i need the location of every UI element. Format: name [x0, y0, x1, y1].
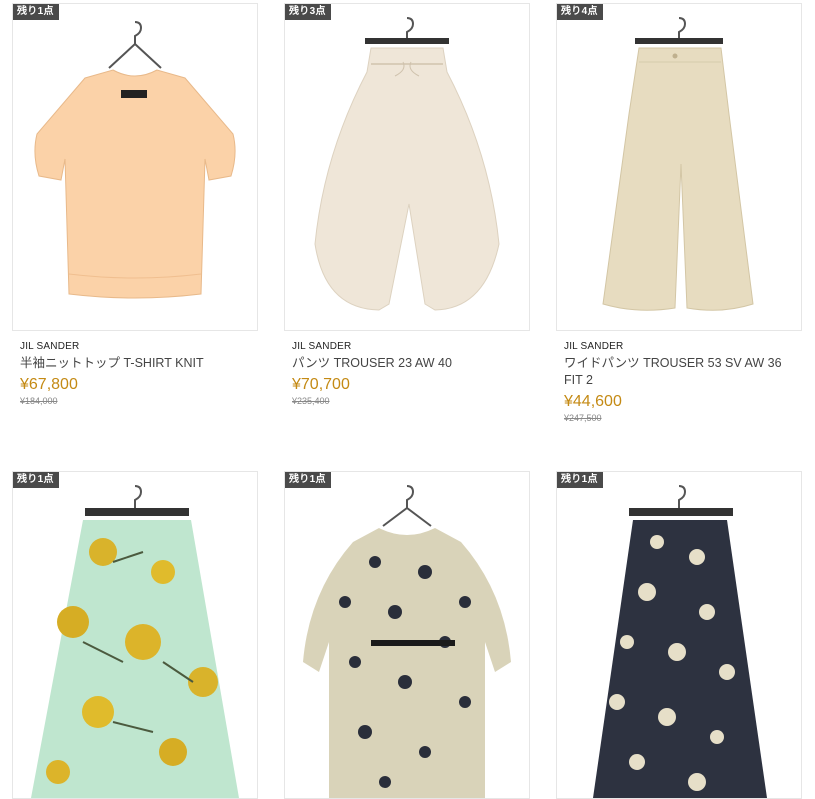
stock-badge: 残り3点 — [285, 4, 331, 20]
product-image[interactable]: 残り1点 — [556, 471, 802, 799]
product-card[interactable]: 残り1点 JIL SANDER 半袖ニットトップ T-SHIRT KNIT ¥6… — [12, 3, 258, 407]
product-card[interactable]: 残り1点 — [12, 471, 258, 799]
floral-dress-image — [303, 485, 511, 798]
stock-badge: 残り1点 — [285, 472, 331, 488]
knit-top-image — [34, 21, 236, 299]
product-name[interactable]: ワイドパンツ TROUSER 53 SV AW 36 FIT 2 — [564, 355, 802, 389]
product-card[interactable]: 残り1点 — [556, 471, 802, 799]
brand-name: JIL SANDER — [564, 341, 624, 352]
product-card[interactable]: 残り4点 JIL SANDER ワイドパンツ TROUSER 53 SV AW … — [556, 3, 802, 424]
floral-print-skirt-image — [593, 485, 767, 798]
product-card[interactable]: 残り3点 JIL SANDER パンツ TROUSER 23 AW 40 ¥70… — [284, 3, 530, 407]
product-image[interactable]: 残り1点 — [284, 471, 530, 799]
product-name[interactable]: 半袖ニットトップ T-SHIRT KNIT — [20, 355, 258, 372]
wide-pants-image — [602, 17, 754, 311]
stock-badge: 残り1点 — [13, 4, 59, 20]
product-card[interactable]: 残り1点 — [284, 471, 530, 799]
product-image[interactable]: 残り3点 — [284, 3, 530, 331]
stock-badge: 残り1点 — [13, 472, 59, 488]
sale-price: ¥67,800 — [20, 376, 78, 393]
sale-price: ¥44,600 — [564, 393, 622, 410]
original-price: ¥235,400 — [292, 396, 330, 406]
original-price: ¥184,000 — [20, 396, 58, 406]
wide-trousers-image — [314, 17, 500, 311]
product-image[interactable]: 残り4点 — [556, 3, 802, 331]
floral-skirt-image — [31, 485, 239, 798]
brand-name: JIL SANDER — [20, 341, 80, 352]
stock-badge: 残り4点 — [557, 4, 603, 20]
stock-badge: 残り1点 — [557, 472, 603, 488]
sale-price: ¥70,700 — [292, 376, 350, 393]
product-name[interactable]: パンツ TROUSER 23 AW 40 — [292, 355, 530, 372]
product-image[interactable]: 残り1点 — [12, 3, 258, 331]
product-image[interactable]: 残り1点 — [12, 471, 258, 799]
brand-name: JIL SANDER — [292, 341, 352, 352]
original-price: ¥247,500 — [564, 413, 602, 423]
